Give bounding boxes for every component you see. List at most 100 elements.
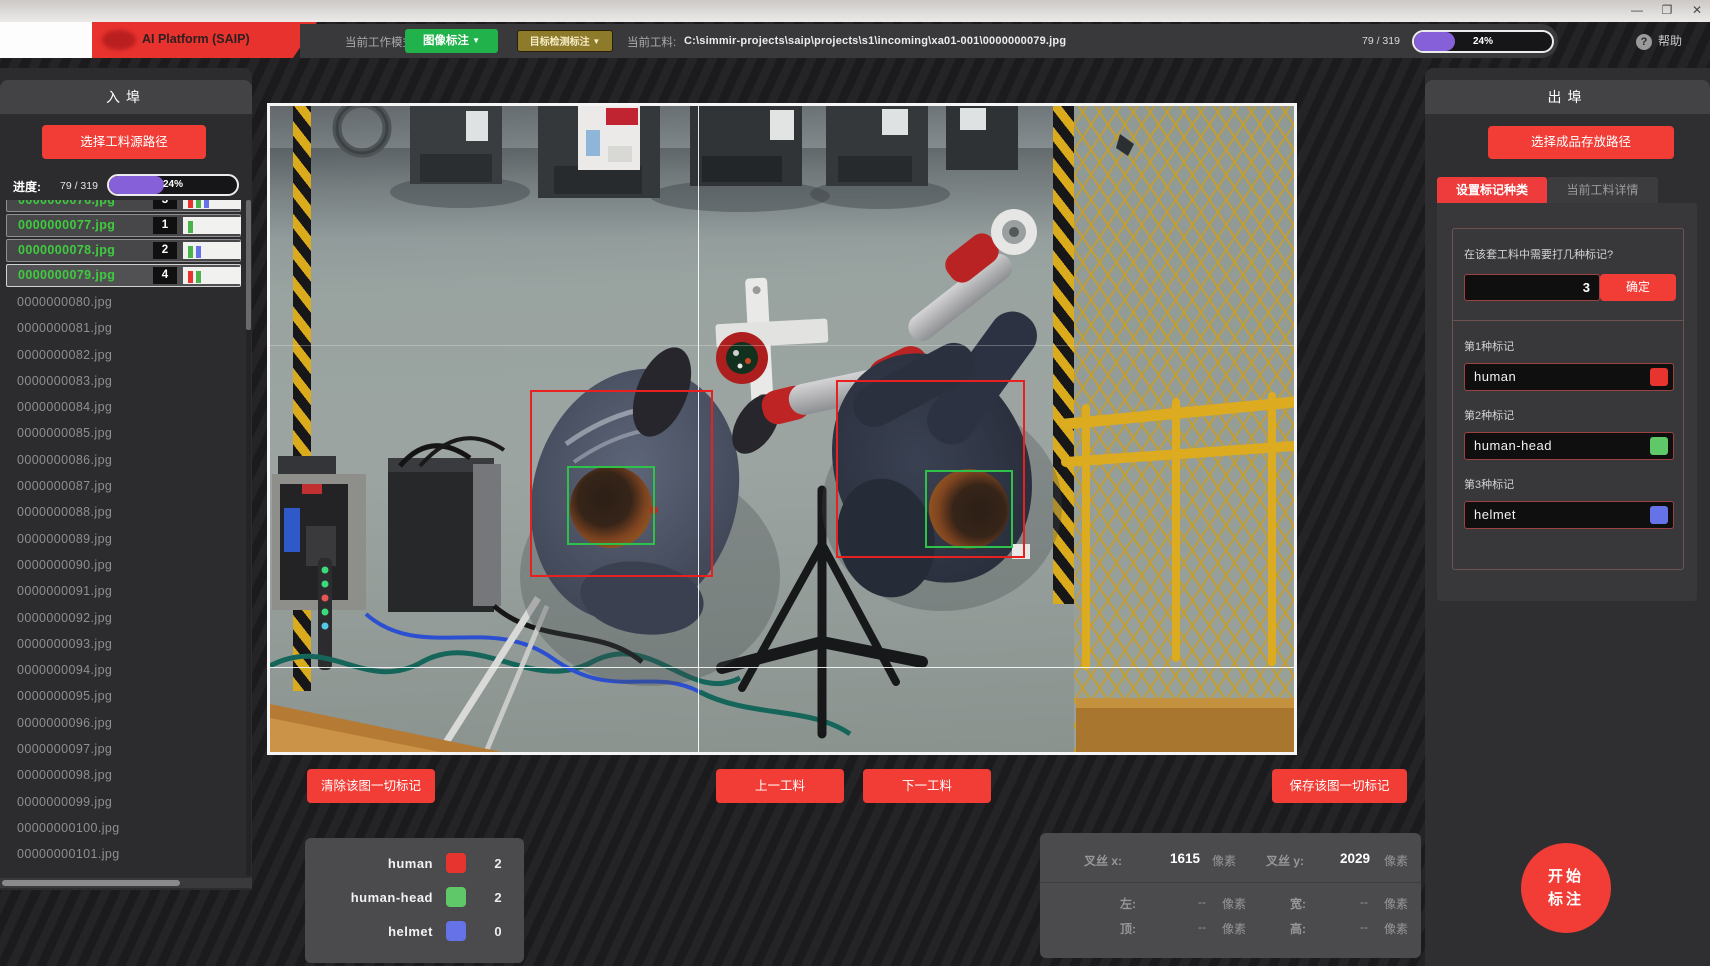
- file-name: 0000000081.jpg: [17, 321, 112, 335]
- unit-label: 像素: [1212, 852, 1236, 869]
- file-row[interactable]: 0000000076.jpg3: [6, 200, 241, 212]
- window-close-button[interactable]: ✕: [1684, 2, 1710, 19]
- file-row[interactable]: 0000000091.jpg: [0, 578, 246, 604]
- select-output-path-button[interactable]: 选择成品存放路径: [1488, 126, 1674, 159]
- chart-bar: [188, 271, 193, 283]
- unit-label: 像素: [1222, 895, 1246, 912]
- file-row[interactable]: 0000000077.jpg1: [6, 214, 241, 237]
- inbound-panel-title: 入埠: [0, 80, 252, 114]
- file-name: 0000000094.jpg: [17, 663, 112, 677]
- file-row[interactable]: 0000000096.jpg: [0, 710, 246, 736]
- bbox-human-head[interactable]: [925, 470, 1013, 548]
- file-row[interactable]: 0000000093.jpg: [0, 631, 246, 657]
- next-file-button[interactable]: 下一工料: [863, 769, 991, 803]
- box-width-value: --: [1360, 895, 1368, 909]
- brand-banner: AI Platform (SAIP): [92, 22, 317, 58]
- file-mini-chart: [183, 217, 241, 234]
- label-field-title: 第2种标记: [1464, 407, 1674, 423]
- file-row[interactable]: 0000000086.jpg: [0, 447, 246, 473]
- unit-label: 像素: [1384, 852, 1408, 869]
- unit-label: 像素: [1222, 920, 1246, 937]
- file-name: 0000000097.jpg: [17, 742, 112, 756]
- file-name: 0000000078.jpg: [18, 243, 115, 257]
- file-row[interactable]: 0000000097.jpg: [0, 736, 246, 762]
- select-source-path-button[interactable]: 选择工料源路径: [42, 125, 206, 159]
- current-file-path: C:\simmir-projects\saip\projects\s1\inco…: [684, 35, 1066, 47]
- file-row[interactable]: 0000000095.jpg: [0, 683, 246, 709]
- mode-secondary-dropdown[interactable]: 目标检测标注 ▼: [517, 30, 613, 52]
- confirm-button[interactable]: 确定: [1600, 274, 1676, 301]
- current-file-label: 当前工料:: [627, 34, 676, 50]
- file-row[interactable]: 0000000083.jpg: [0, 368, 246, 394]
- scrollbar-thumb[interactable]: [246, 200, 251, 330]
- legend-label: human: [305, 856, 433, 871]
- scrollbar-thumb[interactable]: [2, 880, 180, 886]
- clear-annotations-button[interactable]: 清除该图一切标记: [307, 769, 435, 803]
- file-count-badge: 4: [153, 267, 177, 284]
- save-annotations-button[interactable]: 保存该图一切标记: [1272, 769, 1407, 803]
- legend-row: helmet0: [305, 917, 524, 951]
- help-button[interactable]: ?帮助: [1636, 32, 1682, 50]
- file-name: 0000000087.jpg: [17, 479, 112, 493]
- mode-primary-dropdown[interactable]: 图像标注 ▼: [405, 29, 498, 53]
- previous-file-button[interactable]: 上一工料: [716, 769, 844, 803]
- file-row[interactable]: 0000000079.jpg4: [6, 264, 241, 287]
- header-progress-bar: 24%: [1412, 30, 1554, 53]
- start-annotation-button[interactable]: 开始 标注: [1521, 843, 1611, 933]
- file-row[interactable]: 0000000081.jpg: [0, 315, 246, 341]
- floor-seam-line: [270, 345, 1294, 346]
- file-list-scrollbar-vertical[interactable]: [246, 200, 251, 876]
- label-fields: 第1种标记human第2种标记human-head第3种标记helmet: [1464, 338, 1674, 545]
- tab-set-label-types[interactable]: 设置标记种类: [1437, 177, 1547, 203]
- label-name-input[interactable]: helmet: [1464, 501, 1674, 529]
- file-mini-chart: [183, 267, 241, 284]
- file-count-badge: 3: [153, 200, 177, 209]
- file-row[interactable]: 0000000088.jpg: [0, 499, 246, 525]
- label-color-swatch[interactable]: [1650, 437, 1668, 455]
- coordinates-panel: 叉丝 x: 1615 像素 叉丝 y: 2029 像素 左: -- 像素 宽: …: [1040, 833, 1421, 958]
- chart-bar: [196, 200, 201, 208]
- file-row[interactable]: 0000000090.jpg: [0, 552, 246, 578]
- file-row[interactable]: 0000000085.jpg: [0, 420, 246, 446]
- label-name-value: human-head: [1474, 438, 1552, 453]
- legend-color-swatch: [446, 853, 466, 873]
- label-name-input[interactable]: human: [1464, 363, 1674, 391]
- file-row[interactable]: 0000000089.jpg: [0, 526, 246, 552]
- file-row[interactable]: 0000000094.jpg: [0, 657, 246, 683]
- box-height-value: --: [1360, 920, 1368, 934]
- file-name: 0000000099.jpg: [17, 795, 112, 809]
- legend-label: human-head: [305, 890, 433, 905]
- label-color-swatch[interactable]: [1650, 368, 1668, 386]
- file-row[interactable]: 0000000087.jpg: [0, 473, 246, 499]
- file-row[interactable]: 0000000099.jpg: [0, 789, 246, 815]
- file-row[interactable]: 0000000078.jpg 2: [6, 239, 241, 262]
- window-maximize-button[interactable]: ❐: [1654, 2, 1680, 19]
- workshop-photo[interactable]: [270, 106, 1294, 752]
- file-row[interactable]: 0000000082.jpg: [0, 342, 246, 368]
- file-mini-chart: [183, 242, 241, 259]
- unit-label: 像素: [1384, 920, 1408, 937]
- label-field-group: 第1种标记human: [1464, 338, 1674, 391]
- label-count-input[interactable]: 3: [1464, 274, 1600, 301]
- file-row[interactable]: 0000000084.jpg: [0, 394, 246, 420]
- window-titlebar: [0, 0, 1710, 22]
- file-row[interactable]: 00000000100.jpg: [0, 815, 246, 841]
- bbox-human-head[interactable]: [567, 466, 655, 545]
- file-row[interactable]: 00000000101.jpg: [0, 841, 246, 867]
- chart-bar: [196, 271, 201, 283]
- file-list-scrollbar-horizontal[interactable]: [0, 878, 252, 888]
- progress-label: 进度:: [13, 178, 41, 195]
- tab-current-file-details[interactable]: 当前工料详情: [1547, 177, 1658, 203]
- box-top-label: 顶:: [1120, 920, 1136, 937]
- label-name-input[interactable]: human-head: [1464, 432, 1674, 460]
- file-row[interactable]: 0000000080.jpg: [0, 289, 246, 315]
- progress-percent: 24%: [1414, 32, 1552, 51]
- legend-row: human2: [305, 849, 524, 883]
- chevron-down-icon: ▼: [472, 36, 480, 45]
- window-minimize-button[interactable]: —: [1624, 2, 1650, 19]
- label-color-swatch[interactable]: [1650, 506, 1668, 524]
- file-row[interactable]: 0000000098.jpg: [0, 762, 246, 788]
- brand-logo-mark: [102, 30, 136, 50]
- file-row[interactable]: 0000000092.jpg: [0, 605, 246, 631]
- file-count-badge: 2: [153, 242, 177, 259]
